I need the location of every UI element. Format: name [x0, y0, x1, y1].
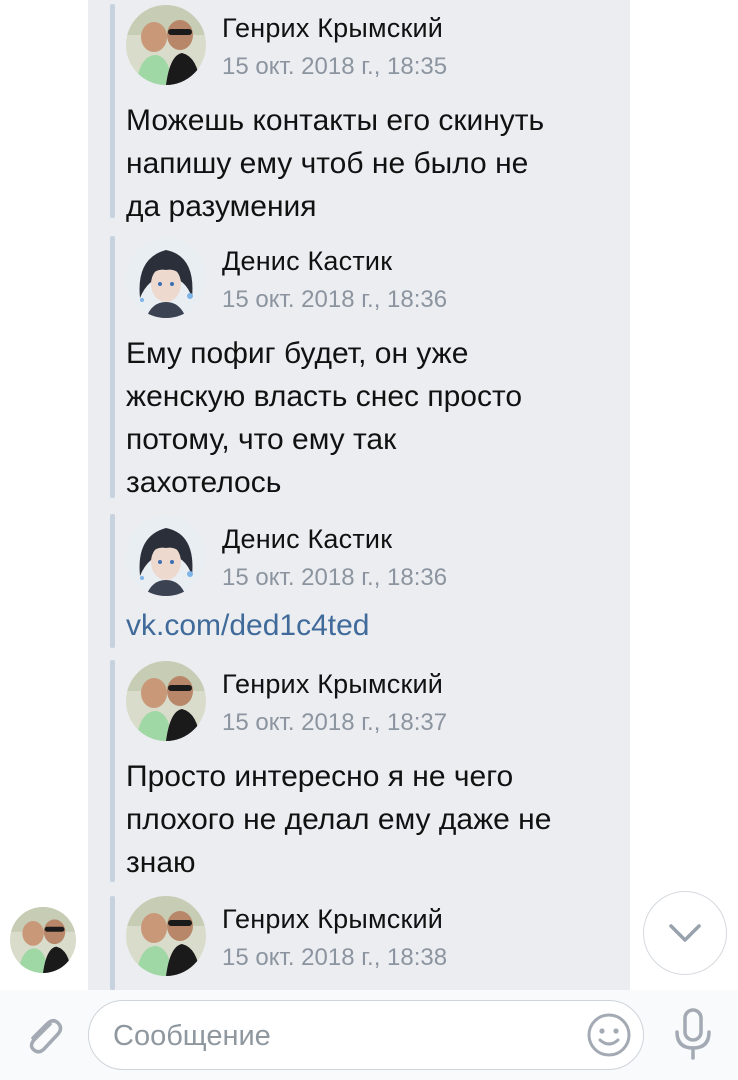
author-name[interactable]: Генрих Крымский — [222, 904, 443, 935]
forwarded-message[interactable]: Генрих Крымский 15 окт. 2018 г., 18:37 П… — [126, 661, 626, 884]
message-input[interactable]: Сообщение — [88, 1000, 644, 1070]
author-name[interactable]: Генрих Крымский — [222, 669, 443, 700]
forward-indicator-line — [110, 514, 115, 648]
scroll-to-bottom-button[interactable] — [643, 891, 727, 975]
message-date: 15 окт. 2018 г., 18:35 — [222, 53, 448, 80]
message-text: Просто интересно я не чего плохого не де… — [126, 760, 552, 879]
forwarded-message[interactable]: Денис Кастик 15 окт. 2018 г., 18:36 vk.c… — [126, 516, 626, 647]
denis-avatar[interactable] — [126, 238, 206, 318]
message-date: 15 окт. 2018 г., 18:38 — [222, 944, 448, 971]
author-name[interactable]: Генрих Крымский — [222, 13, 443, 44]
smile-icon[interactable] — [586, 1012, 632, 1058]
henry-avatar[interactable] — [126, 661, 206, 741]
author-name[interactable]: Денис Кастик — [222, 246, 392, 277]
sender-avatar[interactable] — [10, 907, 76, 973]
chevron-down-icon — [669, 924, 701, 942]
paperclip-icon[interactable] — [20, 1012, 68, 1060]
forward-indicator-line — [110, 660, 115, 882]
message-date: 15 окт. 2018 г., 18:36 — [222, 564, 448, 591]
henry-avatar[interactable] — [126, 896, 206, 976]
forward-indicator-line — [110, 236, 115, 498]
denis-avatar[interactable] — [126, 516, 206, 596]
message-date: 15 окт. 2018 г., 18:37 — [222, 709, 448, 736]
message-date: 15 окт. 2018 г., 18:36 — [222, 286, 448, 313]
author-name[interactable]: Денис Кастик — [222, 524, 392, 555]
message-text: Можешь контакты его скинуть напишу ему ч… — [126, 104, 545, 223]
forwarded-message[interactable]: Денис Кастик 15 окт. 2018 г., 18:36 Ему … — [126, 238, 626, 504]
forward-indicator-line — [110, 4, 115, 218]
forwarded-message[interactable]: Генрих Крымский 15 окт. 2018 г., 18:38 — [126, 896, 626, 976]
microphone-icon[interactable] — [668, 1006, 718, 1062]
forwarded-message[interactable]: Генрих Крымский 15 окт. 2018 г., 18:35 М… — [126, 5, 626, 228]
henry-avatar[interactable] — [126, 5, 206, 85]
message-text: Ему пофиг будет, он уже женскую власть с… — [126, 337, 523, 499]
message-input-placeholder: Сообщение — [113, 1020, 271, 1052]
forward-indicator-line — [110, 896, 115, 990]
profile-link[interactable]: vk.com/ded1c4ted — [126, 604, 626, 647]
